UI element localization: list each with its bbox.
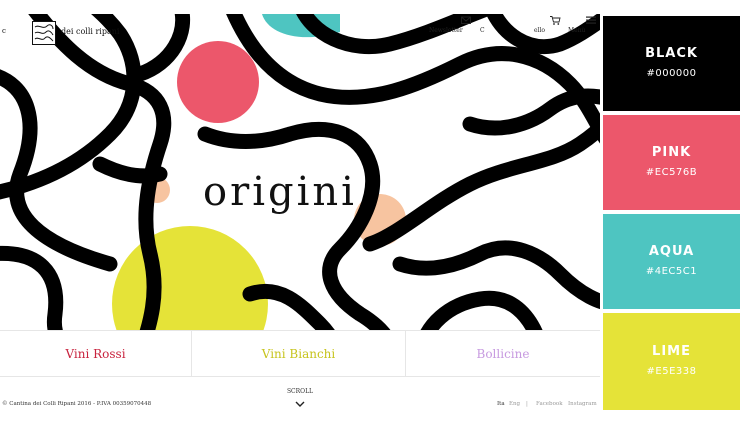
swatch-name: BLACK	[645, 46, 698, 61]
swatch-aqua: AQUA #4EC5C1	[603, 214, 740, 309]
swatch-lime: LIME #E5E338	[603, 313, 740, 410]
nav-contatti[interactable]: C	[480, 27, 485, 34]
swatch-hex: #4EC5C1	[645, 266, 698, 277]
swatch-black: BLACK #000000	[603, 16, 740, 111]
swatch-name: LIME	[652, 344, 691, 359]
chevron-down-icon[interactable]	[293, 399, 307, 409]
tab-vini-rossi[interactable]: Vini Rossi	[0, 331, 191, 377]
site-header: c dei colli ripani Newsletter C ello Men…	[0, 14, 600, 54]
brand-prefix: c	[2, 27, 6, 35]
brand-name[interactable]: dei colli ripani	[61, 27, 119, 36]
tab-bollicine[interactable]: Bollicine	[406, 331, 600, 377]
swatch-name: PINK	[651, 145, 692, 160]
nav-menu[interactable]: Menù	[568, 27, 585, 34]
hamburger-menu-icon[interactable]	[585, 14, 597, 26]
cart-icon[interactable]	[549, 14, 561, 26]
link-instagram[interactable]: Instagram	[568, 401, 597, 407]
hero-artwork: c dei colli ripani Newsletter C ello Men…	[0, 14, 600, 330]
logo-emblem[interactable]	[32, 21, 56, 45]
footer-divider: |	[526, 401, 528, 407]
tab-label: Vini Rossi	[65, 347, 126, 361]
wine-category-tabs: Vini Rossi Vini Bianchi Bollicine	[0, 330, 600, 377]
tab-vini-bianchi[interactable]: Vini Bianchi	[192, 331, 405, 377]
swatch-hex: #000000	[646, 68, 697, 79]
swatch-pink: PINK #EC576B	[603, 115, 740, 210]
lang-ita[interactable]: Ita	[497, 401, 505, 407]
swatch-hex: #EC576B	[645, 167, 698, 178]
website-screenshot: c dei colli ripani Newsletter C ello Men…	[0, 14, 600, 414]
hero-title: origini	[203, 169, 357, 215]
lime-circle	[112, 226, 268, 330]
scroll-label[interactable]: SCROLL	[280, 388, 320, 395]
tab-label: Vini Bianchi	[261, 347, 336, 361]
swatch-hex: #E5E338	[646, 366, 697, 377]
tab-label: Bollicine	[476, 347, 530, 361]
lang-eng[interactable]: Eng	[509, 401, 520, 407]
nav-newsletter[interactable]: Newsletter	[429, 27, 463, 34]
swatch-name: AQUA	[648, 244, 695, 259]
link-facebook[interactable]: Facebook	[536, 401, 563, 407]
footer-copyright: © Cantina dei Colli Ripani 2016 - P.IVA …	[2, 401, 152, 407]
nav-carrello[interactable]: ello	[534, 27, 545, 34]
envelope-icon[interactable]	[460, 14, 472, 26]
logo-pattern-icon	[34, 24, 54, 42]
